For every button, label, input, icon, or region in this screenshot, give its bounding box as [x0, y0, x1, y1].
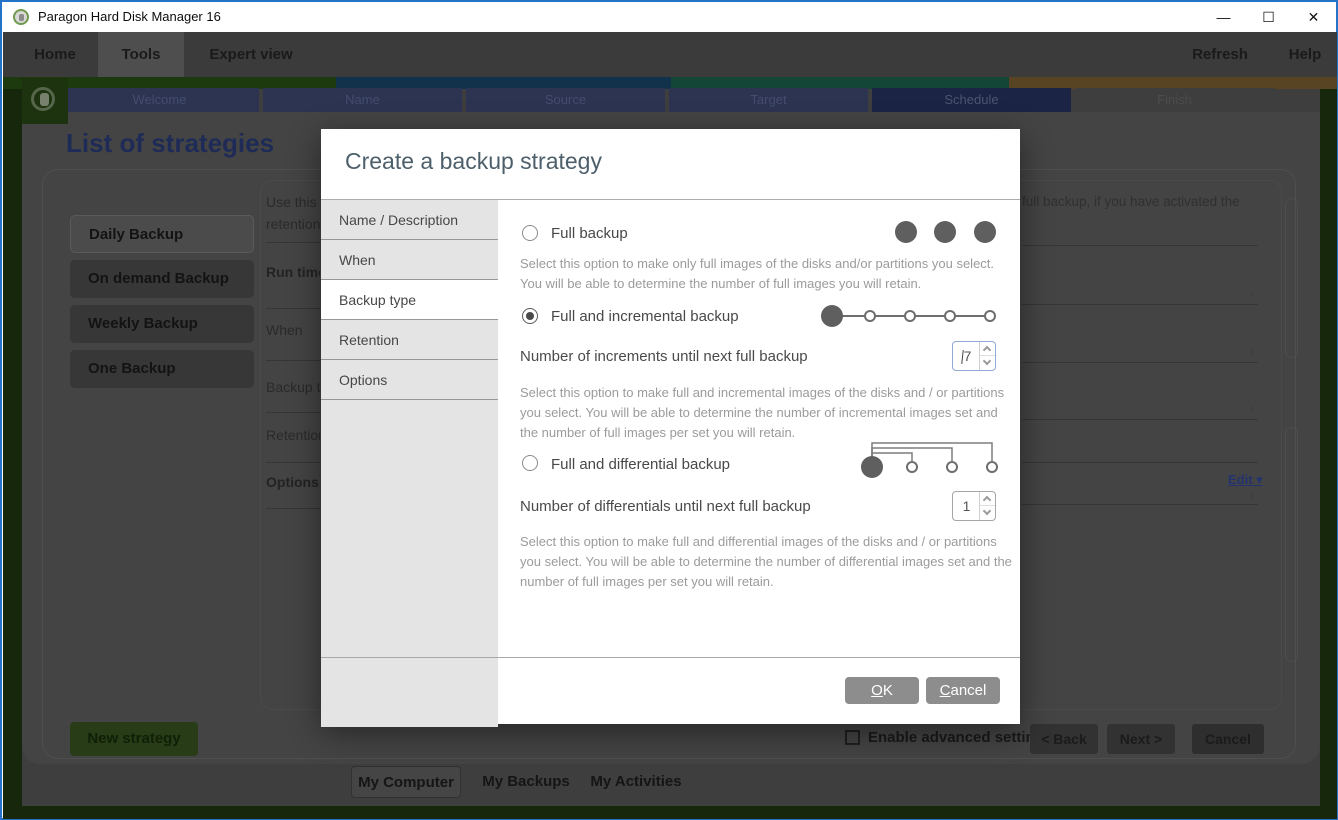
divider — [266, 360, 320, 361]
dialog-nav-name-description[interactable]: Name / Description — [321, 200, 498, 240]
full-backup-label: Full backup — [551, 225, 628, 242]
increments-field-label: Number of increments until next full bac… — [520, 348, 808, 365]
field-row-line — [1022, 304, 1258, 305]
strategy-item-one[interactable]: One Backup — [70, 350, 254, 388]
differential-backup-label: Full and differential backup — [551, 456, 730, 473]
detail-text-fragment: Use this s — [266, 194, 320, 210]
field-row-line — [1022, 504, 1258, 505]
dialog-title: Create a backup strategy — [345, 148, 602, 175]
divider — [266, 412, 320, 413]
sidebar-logo — [22, 78, 68, 124]
incremental-diagram-icon — [821, 305, 1001, 329]
divider — [266, 508, 320, 509]
dialog-nav-backup-type[interactable]: Backup type — [321, 280, 498, 320]
differentials-field-label: Number of differentials until next full … — [520, 498, 811, 515]
menu-tools[interactable]: Tools — [98, 32, 184, 77]
edit-link[interactable]: Edit ▾ — [1228, 472, 1263, 488]
divider — [321, 657, 1020, 658]
spinner-up-button[interactable] — [980, 492, 995, 506]
ok-button[interactable]: OK — [845, 677, 919, 704]
detail-label-options: Options — [266, 474, 320, 490]
menu-home[interactable]: Home — [30, 32, 80, 77]
menu-help[interactable]: Help — [1284, 32, 1326, 77]
detail-text-fragment: full backup, if you have activated the — [1022, 194, 1258, 209]
divider — [266, 462, 320, 463]
tab-my-computer[interactable]: My Computer — [351, 766, 461, 798]
maximize-button[interactable]: ☐ — [1246, 2, 1291, 32]
dialog-nav-options[interactable]: Options — [321, 360, 498, 400]
dialog-nav-when[interactable]: When — [321, 240, 498, 280]
detail-label-run-time: Run time — [266, 264, 320, 280]
detail-label-backup-type: Backup ty — [266, 379, 320, 395]
menu-bar — [3, 32, 1337, 77]
detail-label-retention: Retention — [266, 427, 320, 443]
field-row-line — [1022, 245, 1258, 246]
differential-description: Select this option to make full and diff… — [520, 532, 1012, 592]
differential-backup-radio[interactable] — [522, 455, 538, 471]
differentials-value: 1 — [963, 498, 971, 514]
minimize-button[interactable]: — — [1201, 2, 1246, 32]
incremental-backup-label: Full and incremental backup — [551, 308, 739, 325]
logo-blob-icon — [40, 93, 49, 106]
chevron-down-icon — [983, 357, 991, 365]
page-title: List of strategies — [66, 128, 274, 159]
increments-spinner[interactable]: 7 — [952, 341, 996, 371]
dropdown-arrow-icon: › — [1250, 400, 1255, 416]
spinner-up-button[interactable] — [980, 342, 995, 356]
chevron-down-icon — [983, 507, 991, 515]
differential-diagram-icon — [851, 437, 1006, 481]
tab-my-activities[interactable]: My Activities — [586, 766, 686, 798]
divider — [266, 242, 320, 243]
wizard-step-source[interactable]: Source — [466, 88, 665, 112]
advanced-settings-label: Enable advanced settings — [868, 729, 1052, 746]
detail-text-fragment: retention — [266, 216, 320, 232]
menu-refresh[interactable]: Refresh — [1188, 32, 1252, 77]
dialog-nav-retention[interactable]: Retention — [321, 320, 498, 360]
detail-label-when: When — [266, 322, 320, 338]
dropdown-arrow-icon: › — [1250, 343, 1255, 359]
chevron-up-icon — [983, 346, 991, 354]
next-button[interactable]: Next > — [1107, 724, 1175, 754]
wizard-cancel-button[interactable]: Cancel — [1192, 724, 1264, 754]
dropdown-arrow-icon: › — [1250, 285, 1255, 301]
strategy-item-on-demand[interactable]: On demand Backup — [70, 260, 254, 298]
strategy-item-weekly[interactable]: Weekly Backup — [70, 305, 254, 343]
incremental-backup-radio[interactable] — [522, 308, 538, 324]
window-title: Paragon Hard Disk Manager 16 — [38, 2, 221, 32]
title-bar: Paragon Hard Disk Manager 16 — ☐ ✕ — [2, 2, 1336, 32]
wizard-step-name[interactable]: Name — [263, 88, 462, 112]
dropdown-arrow-icon: › — [1250, 487, 1255, 503]
scrollbar-track[interactable] — [1285, 427, 1298, 662]
field-row-line — [1022, 462, 1258, 463]
differentials-spinner[interactable]: 1 — [952, 491, 996, 521]
close-button[interactable]: ✕ — [1291, 2, 1336, 32]
divider — [266, 308, 320, 309]
full-backup-radio[interactable] — [522, 225, 538, 241]
paragon-logo-icon — [13, 9, 29, 25]
new-strategy-button[interactable]: New strategy — [70, 722, 198, 756]
dialog-cancel-button[interactable]: Cancel — [926, 677, 1000, 704]
application-window: Paragon Hard Disk Manager 16 — ☐ ✕ Home … — [0, 0, 1338, 820]
field-row-line — [1022, 419, 1258, 420]
dialog-side-nav: Name / Description When Backup type Rete… — [321, 200, 498, 727]
incremental-description: Select this option to make full and incr… — [520, 383, 1012, 443]
full-backup-icon — [895, 221, 997, 243]
menu-expert-view[interactable]: Expert view — [206, 32, 296, 77]
scrollbar-track[interactable] — [1285, 198, 1298, 358]
spinner-down-button[interactable] — [980, 506, 995, 520]
back-button[interactable]: < Back — [1030, 724, 1098, 754]
wizard-step-welcome[interactable]: Welcome — [60, 88, 259, 112]
tab-my-backups[interactable]: My Backups — [479, 766, 573, 798]
wizard-step-schedule[interactable]: Schedule — [872, 88, 1071, 112]
increments-value: 7 — [964, 348, 972, 364]
wizard-step-finish[interactable]: Finish — [1075, 88, 1274, 112]
full-backup-description: Select this option to make only full ima… — [520, 254, 1012, 294]
create-backup-strategy-dialog: Create a backup strategy Name / Descript… — [321, 129, 1020, 724]
advanced-settings-checkbox[interactable] — [845, 730, 860, 745]
spinner-down-button[interactable] — [980, 356, 995, 370]
field-row-line — [1022, 362, 1258, 363]
strategy-item-daily[interactable]: Daily Backup — [70, 215, 254, 253]
wizard-step-target[interactable]: Target — [669, 88, 868, 112]
chevron-up-icon — [983, 496, 991, 504]
